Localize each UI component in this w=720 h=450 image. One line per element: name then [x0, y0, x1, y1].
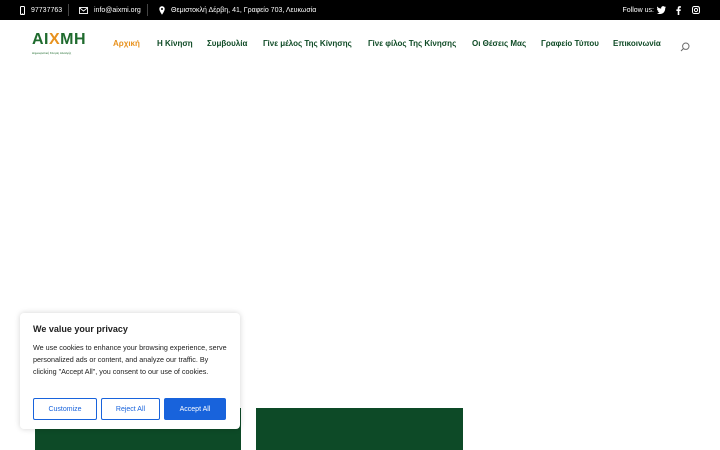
- twitter-icon[interactable]: [657, 6, 666, 15]
- address-contact: Θεμιστοκλή Δέρβη, 41, Γραφείο 703, Λευκω…: [159, 0, 316, 20]
- facebook-icon[interactable]: [674, 5, 683, 15]
- accept-all-button[interactable]: Accept All: [164, 398, 226, 420]
- nav-item-press-office[interactable]: Γραφείο Τύπου: [541, 39, 599, 48]
- nav-item-positions[interactable]: Οι Θέσεις Μας: [472, 39, 526, 48]
- instagram-icon[interactable]: [691, 6, 700, 15]
- email-address: info@aixmi.org: [94, 6, 141, 14]
- top-bar: 97737763 info@aixmi.org Θεμιστοκλή Δέρβη…: [0, 0, 720, 20]
- search-icon[interactable]: [680, 39, 690, 52]
- reject-all-button[interactable]: Reject All: [101, 398, 160, 420]
- site-header: ΑΙΧΜΗ Δημοκρατική Κίνηση Αλλαγής Αρχική …: [0, 20, 720, 70]
- content-card: [256, 408, 463, 450]
- phone-number: 97737763: [31, 6, 63, 14]
- topbar-divider: [147, 4, 148, 16]
- nav-item-contact[interactable]: Επικοινωνία: [613, 39, 661, 48]
- cookie-actions: Customize Reject All Accept All: [33, 398, 226, 420]
- follow-label: Follow us:: [622, 6, 654, 14]
- phone-icon: [20, 5, 25, 15]
- nav-item-become-friend[interactable]: Γίνε φίλος Της Κίνησης: [368, 39, 456, 48]
- phone-contact[interactable]: 97737763: [20, 0, 62, 20]
- cookie-description: We use cookies to enhance your browsing …: [33, 343, 227, 376]
- cookie-consent-banner: We value your privacy We use cookies to …: [20, 313, 240, 429]
- envelope-icon: [79, 6, 88, 14]
- topbar-divider: [68, 4, 69, 16]
- nav-item-home[interactable]: Αρχική: [113, 39, 140, 48]
- nav-item-movement[interactable]: Η Κίνηση: [157, 39, 193, 48]
- social-links: [657, 0, 700, 20]
- map-pin-icon: [159, 5, 165, 15]
- nav-item-council[interactable]: Συμβουλία: [207, 39, 247, 48]
- email-contact[interactable]: info@aixmi.org: [79, 0, 141, 20]
- cookie-title: We value your privacy: [33, 324, 128, 334]
- customize-button[interactable]: Customize: [33, 398, 97, 420]
- main-navigation: Αρχική Η Κίνηση Συμβουλία Γίνε μέλος Της…: [0, 20, 720, 70]
- nav-item-become-member[interactable]: Γίνε μέλος Της Κίνησης: [263, 39, 352, 48]
- address-text: Θεμιστοκλή Δέρβη, 41, Γραφείο 703, Λευκω…: [171, 6, 317, 14]
